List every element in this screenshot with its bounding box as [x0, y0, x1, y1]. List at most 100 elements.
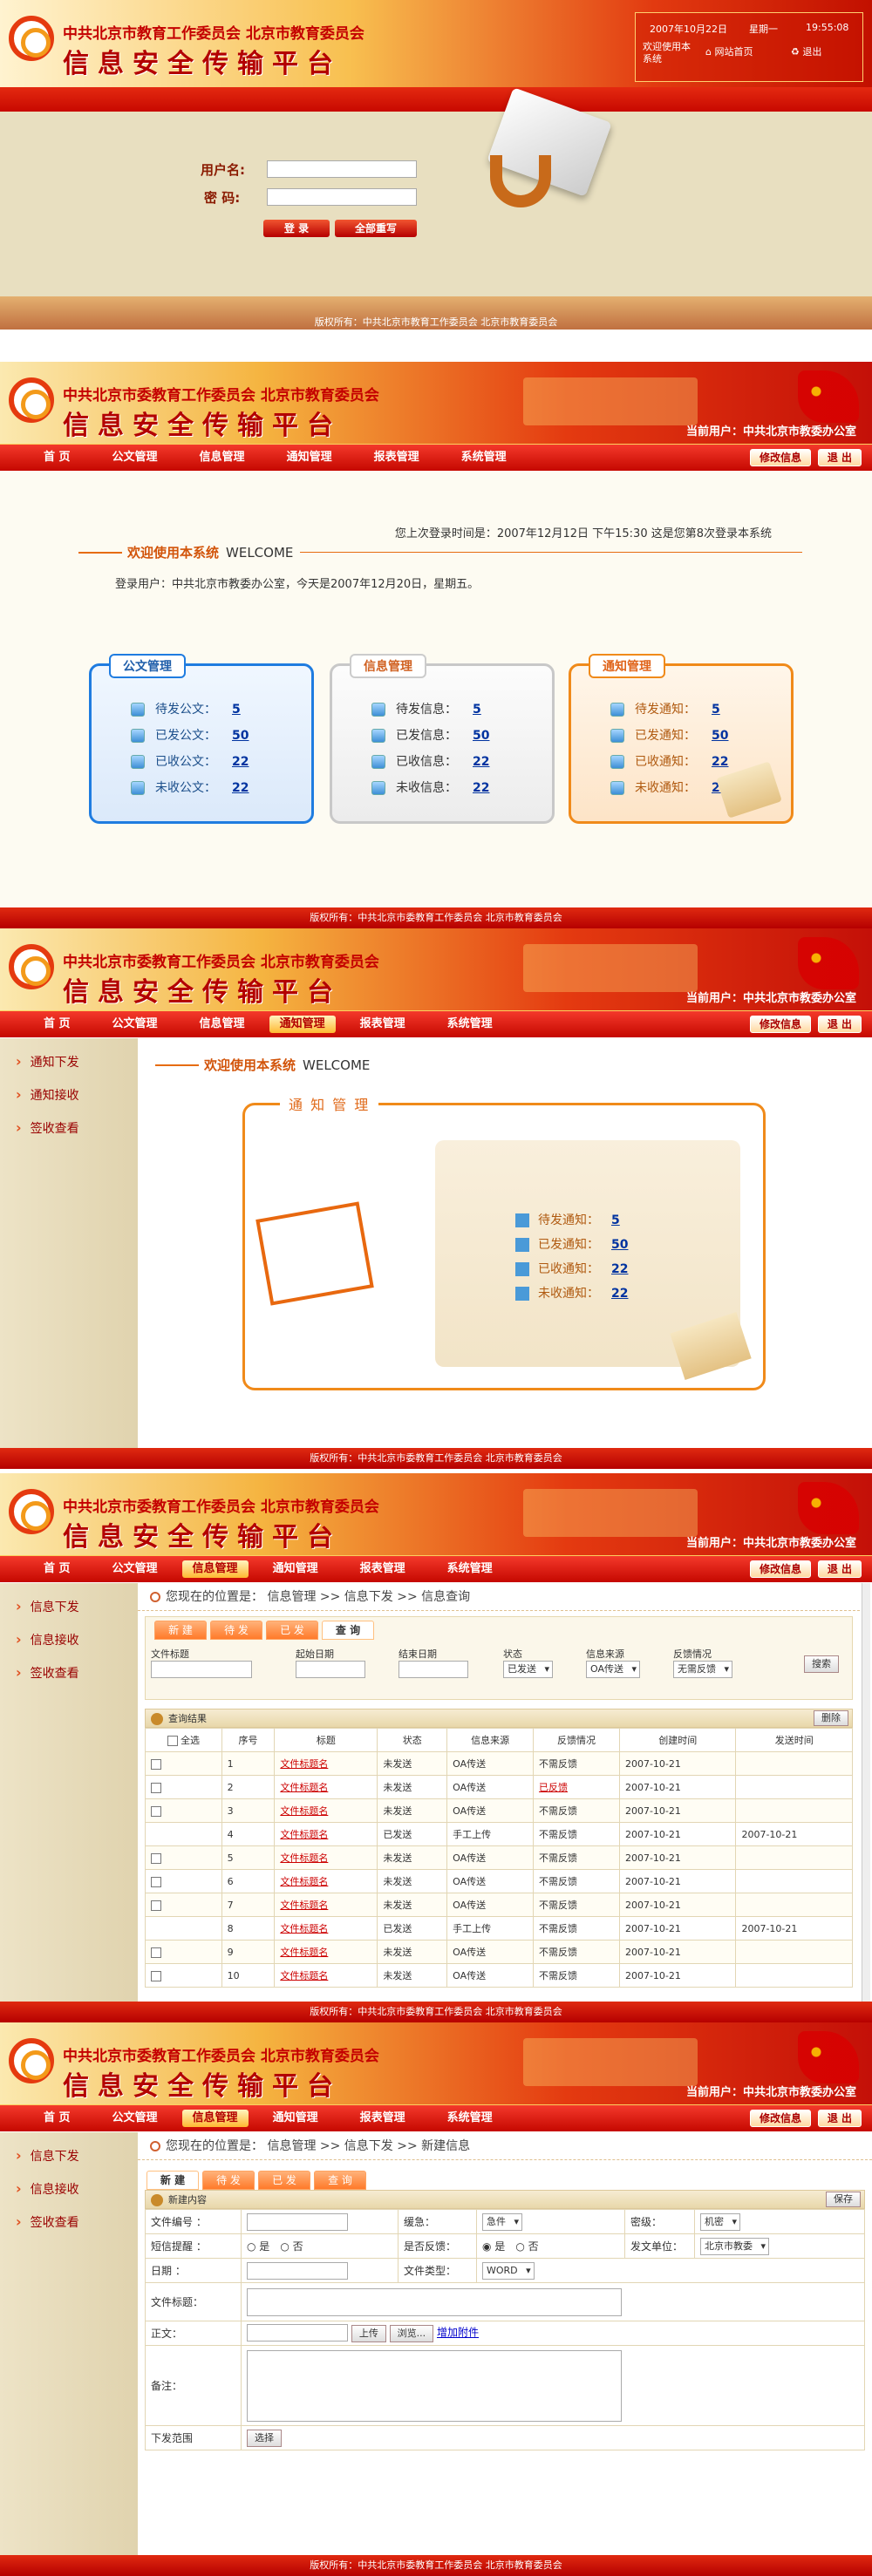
- row-checkbox[interactable]: [151, 1970, 161, 1981]
- row-select[interactable]: [145, 1940, 222, 1964]
- table-row[interactable]: 6 文件标题名 未发送 OA传送 不需反馈 2007-10-21: [145, 1869, 853, 1893]
- reset-button[interactable]: 全部重写: [335, 220, 417, 237]
- remark-textarea[interactable]: [247, 2349, 622, 2422]
- nav-home[interactable]: 首 页: [0, 2105, 92, 2131]
- row-count[interactable]: 5: [232, 697, 241, 723]
- cell-title[interactable]: 文件标题名: [274, 1893, 378, 1917]
- row-select[interactable]: [145, 1751, 222, 1776]
- nav-info[interactable]: 信息管理: [179, 445, 266, 471]
- nav-system[interactable]: 系统管理: [426, 1556, 514, 1582]
- sidebar-item-sign-view[interactable]: 签收查看: [0, 1111, 138, 1145]
- nav-reports[interactable]: 报表管理: [339, 1011, 426, 1037]
- row-checkbox[interactable]: [151, 1876, 161, 1887]
- tab-sent[interactable]: 已 发: [266, 1621, 318, 1640]
- tab-query[interactable]: 查 询: [322, 1621, 374, 1640]
- tab-new[interactable]: 新 建: [154, 1621, 207, 1640]
- cell-title[interactable]: 文件标题名: [274, 1775, 378, 1799]
- table-row[interactable]: 4 文件标题名 已发送 手工上传 不需反馈 2007-10-21 2007-10-21: [145, 1822, 853, 1846]
- row-count[interactable]: 50: [611, 1233, 628, 1257]
- cell-title[interactable]: 文件标题名: [274, 1940, 378, 1964]
- row-select[interactable]: [145, 1845, 222, 1870]
- nav-notice[interactable]: 通知管理: [269, 1016, 336, 1033]
- row-count[interactable]: 22: [232, 775, 249, 801]
- choose-button[interactable]: 选择: [247, 2429, 282, 2447]
- exit-button[interactable]: 退 出: [817, 2110, 862, 2127]
- row-select[interactable]: [145, 1798, 222, 1823]
- date-input[interactable]: [247, 2261, 348, 2280]
- row-count[interactable]: 22: [473, 749, 489, 775]
- nav-documents[interactable]: 公文管理: [92, 1011, 179, 1037]
- edit-info-button[interactable]: 修改信息: [749, 1560, 811, 1578]
- sidebar-item-info-send[interactable]: 信息下发: [0, 1590, 138, 1623]
- notice-row[interactable]: 已发通知： 50: [515, 1233, 628, 1257]
- nav-documents[interactable]: 公文管理: [92, 2105, 179, 2131]
- username-input[interactable]: [267, 160, 417, 178]
- status-select[interactable]: 已发送: [503, 1661, 553, 1678]
- browse-button[interactable]: 浏览...: [389, 2324, 434, 2342]
- card-row[interactable]: 已发信息： 50: [371, 723, 489, 749]
- card-row[interactable]: 已收通知： 22: [610, 749, 728, 775]
- table-row[interactable]: 8 文件标题名 已发送 手工上传 不需反馈 2007-10-21 2007-10-21: [145, 1916, 853, 1940]
- cell-feedback[interactable]: 已反馈: [533, 1775, 620, 1799]
- file-type-select[interactable]: WORD: [482, 2261, 535, 2280]
- cell-title[interactable]: 文件标题名: [274, 1798, 378, 1823]
- row-count[interactable]: 22: [611, 1281, 628, 1306]
- end-date-input[interactable]: [399, 1661, 468, 1678]
- card-row[interactable]: 待发信息： 5: [371, 697, 489, 723]
- sidebar-item-sign-view[interactable]: 签收查看: [0, 1656, 138, 1689]
- exit-button[interactable]: 退 出: [817, 449, 862, 466]
- row-count[interactable]: 22: [611, 1257, 628, 1281]
- row-count[interactable]: 50: [473, 723, 489, 749]
- search-button[interactable]: 搜索: [804, 1655, 839, 1673]
- sidebar-item-info-receive[interactable]: 信息接收: [0, 1623, 138, 1656]
- nav-documents[interactable]: 公文管理: [92, 1556, 179, 1582]
- nav-reports[interactable]: 报表管理: [339, 1556, 426, 1582]
- feedback-select[interactable]: 无需反馈: [673, 1661, 732, 1678]
- password-input[interactable]: [267, 188, 417, 206]
- scrollbar[interactable]: [862, 1583, 870, 2002]
- nav-notice[interactable]: 通知管理: [266, 445, 353, 471]
- row-count[interactable]: 50: [232, 723, 249, 749]
- nav-home[interactable]: 首 页: [0, 1556, 92, 1582]
- delete-button[interactable]: 删除: [814, 1710, 848, 1726]
- card-row[interactable]: 未收公文： 22: [131, 775, 249, 801]
- body-file-input[interactable]: [247, 2324, 348, 2342]
- nav-documents[interactable]: 公文管理: [92, 445, 179, 471]
- cell-title[interactable]: 文件标题名: [274, 1822, 378, 1846]
- nav-system[interactable]: 系统管理: [426, 1011, 514, 1037]
- sidebar-item-notice-receive[interactable]: 通知接收: [0, 1078, 138, 1111]
- notice-row[interactable]: 已收通知： 22: [515, 1257, 628, 1281]
- upload-button[interactable]: 上传: [351, 2324, 386, 2342]
- tab-query[interactable]: 查 询: [314, 2171, 366, 2190]
- exit-link[interactable]: ♻ 退出: [791, 44, 821, 58]
- row-count[interactable]: 5: [712, 697, 720, 723]
- feedback-yes-radio[interactable]: ◉: [482, 2240, 494, 2253]
- tab-pending[interactable]: 待 发: [210, 1621, 262, 1640]
- nav-reports[interactable]: 报表管理: [339, 2105, 426, 2131]
- select-all-checkbox[interactable]: [167, 1736, 178, 1746]
- tab-sent[interactable]: 已 发: [258, 2171, 310, 2190]
- table-row[interactable]: 1 文件标题名 未发送 OA传送 不需反馈 2007-10-21: [145, 1751, 853, 1776]
- nav-system[interactable]: 系统管理: [426, 2105, 514, 2131]
- edit-info-button[interactable]: 修改信息: [749, 1016, 811, 1033]
- nav-notice[interactable]: 通知管理: [252, 2105, 339, 2131]
- card-row[interactable]: 未收通知：22: [610, 775, 728, 801]
- row-select[interactable]: [145, 1916, 222, 1940]
- row-select[interactable]: [145, 1775, 222, 1799]
- notice-row[interactable]: 未收通知： 22: [515, 1281, 628, 1306]
- notice-row[interactable]: 待发通知： 5: [515, 1208, 628, 1233]
- card-row[interactable]: 待发公文： 5: [131, 697, 249, 723]
- file-title-textarea[interactable]: [247, 2287, 622, 2316]
- nav-home[interactable]: 首 页: [0, 1011, 92, 1037]
- row-select[interactable]: [145, 1893, 222, 1917]
- row-count[interactable]: 22: [232, 749, 249, 775]
- login-button[interactable]: 登 录: [263, 220, 330, 237]
- sms-yes-radio[interactable]: ○: [247, 2240, 259, 2253]
- add-attachment-link[interactable]: 增加附件: [437, 2327, 479, 2339]
- cell-title[interactable]: 文件标题名: [274, 1869, 378, 1893]
- nav-info[interactable]: 信息管理: [181, 1560, 249, 1578]
- card-row[interactable]: 待发通知： 5: [610, 697, 728, 723]
- title-input[interactable]: [151, 1661, 252, 1678]
- sidebar-item-info-receive[interactable]: 信息接收: [0, 2172, 138, 2206]
- row-count[interactable]: 5: [473, 697, 481, 723]
